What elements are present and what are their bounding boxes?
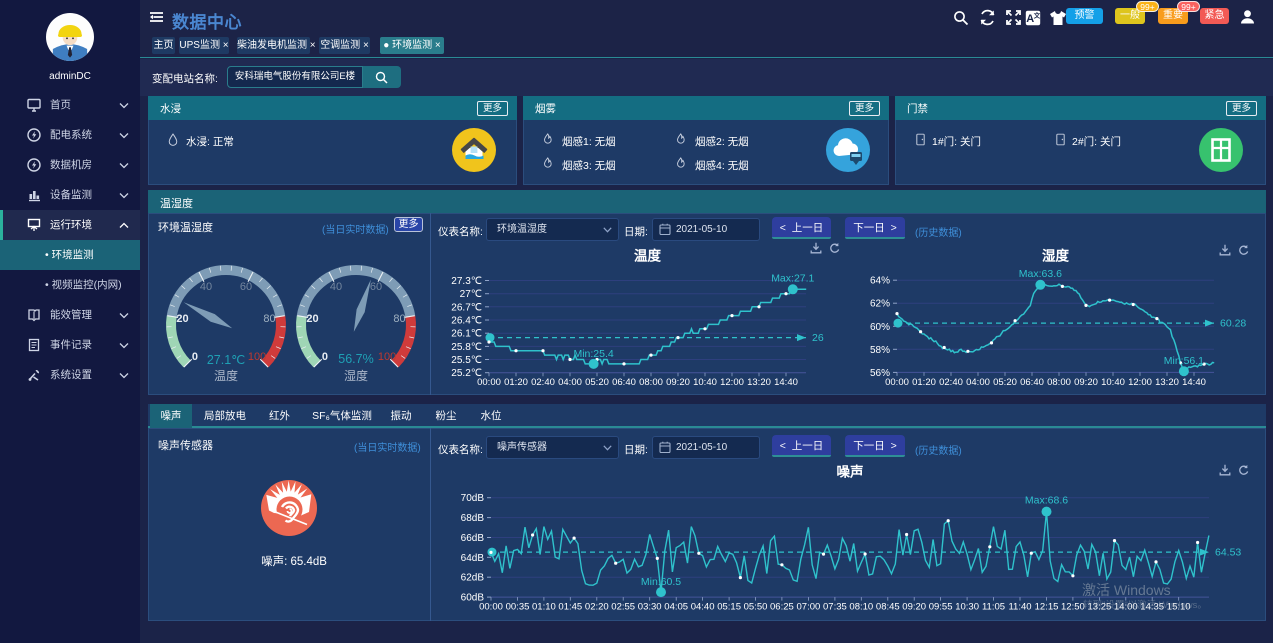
svg-text:66dB: 66dB: [461, 533, 485, 544]
svg-text:09:20: 09:20: [1074, 377, 1098, 388]
svg-text:10:30: 10:30: [955, 602, 979, 613]
svg-text:64dB: 64dB: [461, 553, 485, 564]
svg-text:10:40: 10:40: [693, 377, 717, 388]
svg-text:02:55: 02:55: [611, 602, 635, 613]
svg-text:02:40: 02:40: [939, 377, 963, 388]
svg-text:25.5℃: 25.5℃: [451, 355, 482, 366]
svg-text:12:15: 12:15: [1035, 602, 1059, 613]
svg-text:11:05: 11:05: [982, 602, 1005, 613]
svg-text:26: 26: [812, 332, 824, 344]
svg-text:04:00: 04:00: [966, 377, 990, 388]
svg-text:04:00: 04:00: [558, 377, 582, 388]
svg-text:60.28: 60.28: [1220, 318, 1246, 330]
svg-text:06:25: 06:25: [770, 602, 794, 613]
svg-text:11:40: 11:40: [1008, 602, 1031, 613]
svg-text:26.1℃: 26.1℃: [451, 329, 482, 340]
svg-text:60: 60: [240, 281, 252, 293]
svg-text:14:40: 14:40: [1182, 377, 1206, 388]
svg-text:00:00: 00:00: [477, 377, 501, 388]
svg-text:06:40: 06:40: [1020, 377, 1044, 388]
svg-text:40: 40: [200, 281, 212, 293]
svg-text:Max:68.6: Max:68.6: [1025, 495, 1068, 507]
svg-text:06:40: 06:40: [612, 377, 636, 388]
svg-text:01:20: 01:20: [912, 377, 936, 388]
svg-text:噪声: 噪声: [837, 464, 864, 480]
svg-text:12:00: 12:00: [1128, 377, 1152, 388]
svg-text:湿度: 湿度: [1042, 248, 1070, 264]
svg-text:05:15: 05:15: [717, 602, 741, 613]
svg-text:08:00: 08:00: [1047, 377, 1071, 388]
svg-text:Min:60.5: Min:60.5: [641, 576, 681, 588]
svg-text:68dB: 68dB: [461, 513, 485, 524]
svg-text:01:10: 01:10: [532, 602, 556, 613]
svg-text:Min:25.4: Min:25.4: [573, 348, 613, 360]
svg-text:10:40: 10:40: [1101, 377, 1125, 388]
svg-text:Max:63.6: Max:63.6: [1019, 268, 1062, 280]
svg-text:20: 20: [306, 313, 318, 325]
svg-text:12:00: 12:00: [720, 377, 744, 388]
svg-text:00:00: 00:00: [479, 602, 503, 613]
svg-text:02:20: 02:20: [585, 602, 609, 613]
svg-text:07:00: 07:00: [797, 602, 821, 613]
svg-text:05:20: 05:20: [993, 377, 1017, 388]
svg-text:80: 80: [393, 313, 405, 325]
svg-text:13:20: 13:20: [1155, 377, 1179, 388]
svg-text:64%: 64%: [870, 276, 890, 287]
svg-text:60: 60: [370, 281, 382, 293]
svg-text:60%: 60%: [870, 322, 890, 333]
svg-text:05:20: 05:20: [585, 377, 609, 388]
svg-text:Max:27.1: Max:27.1: [771, 272, 814, 284]
svg-text:00:35: 00:35: [506, 602, 530, 613]
svg-text:01:45: 01:45: [558, 602, 582, 613]
svg-text:27.3℃: 27.3℃: [451, 276, 482, 287]
svg-text:08:10: 08:10: [849, 602, 873, 613]
svg-text:02:40: 02:40: [531, 377, 555, 388]
svg-text:04:05: 04:05: [664, 602, 688, 613]
svg-text:05:50: 05:50: [744, 602, 768, 613]
svg-text:03:30: 03:30: [638, 602, 662, 613]
svg-text:58%: 58%: [870, 345, 890, 356]
svg-text:09:55: 09:55: [929, 602, 953, 613]
svg-text:08:45: 08:45: [876, 602, 900, 613]
svg-text:20: 20: [176, 313, 188, 325]
svg-text:13:20: 13:20: [747, 377, 771, 388]
svg-text:01:20: 01:20: [504, 377, 528, 388]
svg-text:62dB: 62dB: [461, 573, 485, 584]
svg-text:09:20: 09:20: [666, 377, 690, 388]
svg-text:12:50: 12:50: [1061, 602, 1085, 613]
svg-text:00:00: 00:00: [885, 377, 909, 388]
svg-text:Min:56.1: Min:56.1: [1164, 355, 1204, 367]
svg-text:62%: 62%: [870, 299, 890, 310]
svg-text:08:00: 08:00: [639, 377, 663, 388]
svg-text:25.8℃: 25.8℃: [451, 342, 482, 353]
svg-text:70dB: 70dB: [461, 493, 485, 504]
svg-text:07:35: 07:35: [823, 602, 847, 613]
svg-text:80: 80: [263, 313, 275, 325]
svg-text:26.7℃: 26.7℃: [451, 302, 482, 313]
svg-text:温度: 温度: [634, 248, 662, 264]
svg-text:09:20: 09:20: [902, 602, 926, 613]
svg-text:文: 文: [1033, 11, 1041, 20]
svg-text:40: 40: [330, 281, 342, 293]
svg-text:64.53: 64.53: [1215, 547, 1241, 559]
svg-text:27℃: 27℃: [460, 289, 482, 300]
svg-text:14:40: 14:40: [774, 377, 798, 388]
svg-text:26.4℃: 26.4℃: [451, 316, 482, 327]
svg-text:04:40: 04:40: [691, 602, 715, 613]
